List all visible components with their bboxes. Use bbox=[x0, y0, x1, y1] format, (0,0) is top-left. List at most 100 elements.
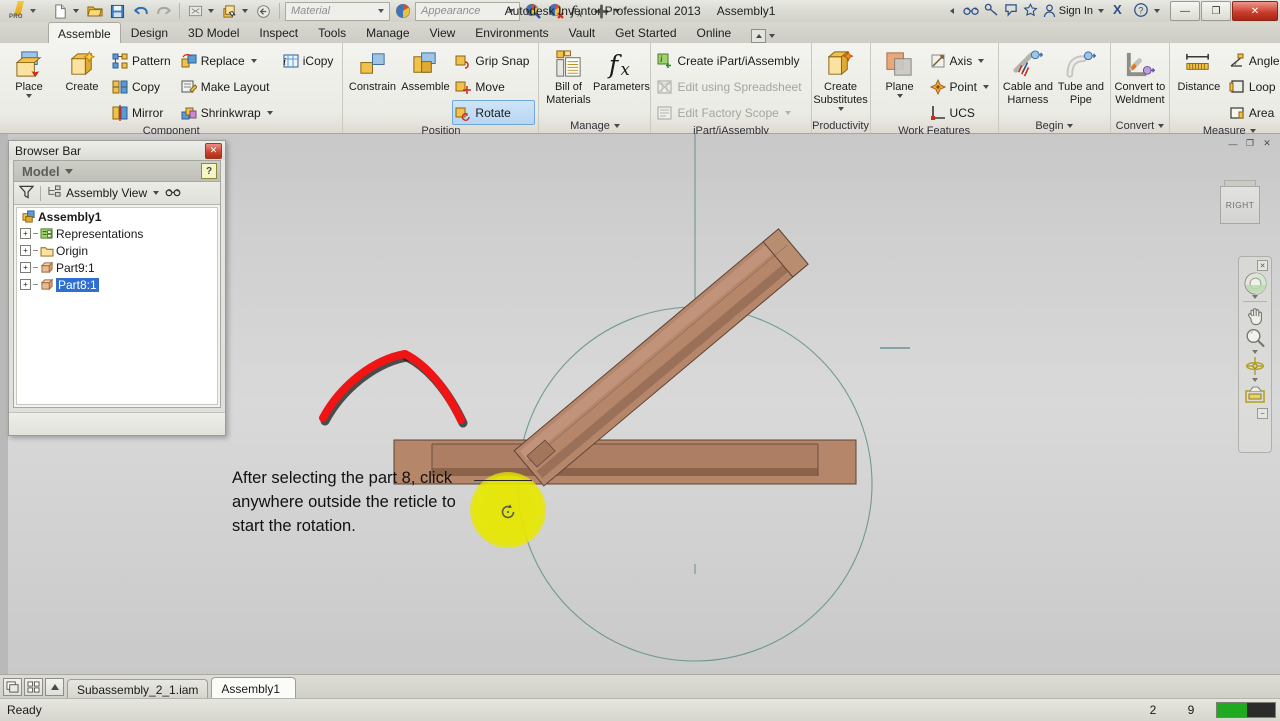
infocenter-chevron-icon[interactable] bbox=[950, 8, 954, 14]
navbar-collapse-button[interactable]: − bbox=[1257, 408, 1268, 419]
ribbon-button-create[interactable]: CreateSubstitutes bbox=[815, 46, 867, 111]
ribbon-tab-view[interactable]: View bbox=[420, 22, 466, 43]
help-icon[interactable]: ? bbox=[201, 163, 217, 179]
select-filter-button[interactable] bbox=[219, 1, 240, 22]
chevron-down-icon[interactable] bbox=[378, 9, 384, 13]
chevron-down-icon[interactable] bbox=[978, 59, 984, 63]
tile-windows-icon[interactable] bbox=[24, 678, 43, 696]
expand-icon[interactable]: + bbox=[20, 228, 31, 239]
expand-icon[interactable]: + bbox=[20, 245, 31, 256]
close-button[interactable]: ✕ bbox=[1232, 1, 1278, 21]
ribbon-button-create-ipart-iassembly[interactable]: iCreate iPart/iAssembly bbox=[654, 48, 807, 73]
ribbon-tab-assemble[interactable]: Assemble bbox=[48, 22, 121, 44]
orbit-icon[interactable] bbox=[1242, 355, 1268, 377]
tree-item-part8-1[interactable]: +Part8:1 bbox=[17, 276, 217, 293]
ribbon-panel-title[interactable]: Begin bbox=[999, 118, 1110, 133]
assembly-view-dropdown[interactable]: Assembly View bbox=[47, 185, 159, 201]
ribbon-button-distance[interactable]: Distance bbox=[1173, 46, 1225, 93]
ribbon-button-cable-and[interactable]: Cable andHarness bbox=[1002, 46, 1054, 106]
steering-wheel-chevron-icon[interactable] bbox=[1252, 295, 1258, 299]
model-tree[interactable]: Assembly1+Representations+Origin+Part9:1… bbox=[16, 207, 218, 405]
new-file-button[interactable] bbox=[50, 1, 71, 22]
pan-hand-icon[interactable] bbox=[1242, 304, 1268, 326]
filter-icon[interactable] bbox=[19, 185, 34, 202]
ribbon-button-parameters[interactable]: fxParameters bbox=[595, 46, 647, 93]
subscription-key-icon[interactable] bbox=[984, 3, 999, 20]
sign-in-chevron-icon[interactable] bbox=[1098, 9, 1104, 13]
ribbon-button-bill-of[interactable]: Bill ofMaterials bbox=[542, 46, 594, 106]
browser-bar-panel[interactable]: Browser Bar ✕ Model ? bbox=[8, 140, 226, 436]
ribbon-button-icopy[interactable]: iiCopy bbox=[280, 48, 340, 73]
ribbon-button-mirror[interactable]: Mirror bbox=[109, 100, 177, 125]
tab-scroll-up-icon[interactable] bbox=[45, 678, 64, 696]
ribbon-minimize-control[interactable] bbox=[751, 29, 778, 43]
tree-item-assembly1[interactable]: Assembly1 bbox=[17, 208, 217, 225]
chevron-down-icon[interactable] bbox=[1067, 124, 1073, 128]
new-file-chevron-icon[interactable] bbox=[73, 9, 79, 13]
ribbon-tab-environments[interactable]: Environments bbox=[465, 22, 558, 43]
restore-button[interactable]: ❐ bbox=[1201, 1, 1231, 21]
chevron-down-icon[interactable] bbox=[26, 94, 32, 98]
ribbon-button-copy[interactable]: Copy bbox=[109, 74, 177, 99]
help-icon[interactable]: ? bbox=[1133, 2, 1149, 21]
communication-center-icon[interactable] bbox=[1004, 3, 1018, 20]
ribbon-panel-title[interactable]: Convert bbox=[1111, 118, 1169, 133]
ribbon-tab-vault[interactable]: Vault bbox=[559, 22, 605, 43]
ribbon-button-plane[interactable]: Plane bbox=[874, 46, 926, 98]
model-dropdown[interactable]: Model ? bbox=[14, 161, 220, 182]
zoom-magnifier-icon[interactable] bbox=[1242, 327, 1268, 349]
ribbon-button-angle[interactable]: Angle bbox=[1226, 48, 1280, 73]
ribbon-tab-manage[interactable]: Manage bbox=[356, 22, 419, 43]
ribbon-button-grip-snap[interactable]: Grip Snap bbox=[452, 48, 535, 73]
ribbon-tab-online[interactable]: Online bbox=[687, 22, 742, 43]
ribbon-tab-design[interactable]: Design bbox=[121, 22, 178, 43]
ribbon-button-replace[interactable]: Replace bbox=[178, 48, 279, 73]
chevron-down-icon[interactable] bbox=[1158, 124, 1164, 128]
autodesk-exchange-icon[interactable]: X bbox=[1112, 2, 1128, 20]
viewcube[interactable]: RIGHT bbox=[1214, 176, 1260, 230]
zoom-chevron-icon[interactable] bbox=[1252, 350, 1258, 354]
chevron-down-icon[interactable] bbox=[267, 111, 273, 115]
ribbon-button-axis[interactable]: Axis bbox=[927, 48, 995, 73]
redo-button[interactable] bbox=[153, 1, 174, 22]
sign-in-button[interactable]: Sign In bbox=[1043, 4, 1093, 18]
chevron-down-icon[interactable] bbox=[614, 124, 620, 128]
chevron-down-icon[interactable] bbox=[897, 94, 903, 98]
save-file-button[interactable] bbox=[107, 1, 128, 22]
chevron-down-icon[interactable] bbox=[769, 34, 775, 38]
ribbon-button-place[interactable]: Place bbox=[3, 46, 55, 98]
ribbon-button-constrain[interactable]: Constrain bbox=[346, 46, 398, 93]
document-tab-assembly1[interactable]: Assembly1 bbox=[211, 677, 296, 699]
navbar-close-button[interactable]: ✕ bbox=[1257, 260, 1268, 271]
steering-wheel-icon[interactable] bbox=[1242, 272, 1268, 294]
tree-item-origin[interactable]: +Origin bbox=[17, 242, 217, 259]
ribbon-button-loop[interactable]: Loop bbox=[1226, 74, 1280, 99]
open-file-button[interactable] bbox=[84, 1, 105, 22]
ribbon-tab-inspect[interactable]: Inspect bbox=[249, 22, 308, 43]
chevron-down-icon[interactable] bbox=[1250, 129, 1256, 133]
document-tab-subassembly-2-1-iam[interactable]: Subassembly_2_1.iam bbox=[67, 679, 208, 699]
orbit-chevron-icon[interactable] bbox=[1252, 378, 1258, 382]
expand-icon[interactable]: + bbox=[20, 262, 31, 273]
return-button[interactable] bbox=[253, 1, 274, 22]
update-button[interactable] bbox=[185, 1, 206, 22]
ribbon-button-make-layout[interactable]: Make Layout bbox=[178, 74, 279, 99]
undo-button[interactable] bbox=[130, 1, 151, 22]
search-binoculars-icon[interactable] bbox=[963, 3, 979, 20]
ribbon-tab-tools[interactable]: Tools bbox=[308, 22, 356, 43]
browser-close-button[interactable]: ✕ bbox=[205, 143, 222, 159]
material-sphere-icon[interactable] bbox=[392, 1, 413, 22]
navigation-bar[interactable]: ✕ − bbox=[1238, 256, 1272, 453]
tree-item-part9-1[interactable]: +Part9:1 bbox=[17, 259, 217, 276]
select-chevron-icon[interactable] bbox=[242, 9, 248, 13]
viewcube-front-face[interactable]: RIGHT bbox=[1220, 186, 1260, 224]
chevron-down-icon[interactable] bbox=[785, 111, 791, 115]
favorites-star-icon[interactable] bbox=[1023, 3, 1038, 20]
chevron-down-icon[interactable] bbox=[251, 59, 257, 63]
ribbon-button-rotate[interactable]: Rotate bbox=[452, 100, 535, 125]
update-chevron-icon[interactable] bbox=[208, 9, 214, 13]
help-chevron-icon[interactable] bbox=[1154, 9, 1160, 13]
ribbon-button-tube-and[interactable]: Tube andPipe bbox=[1055, 46, 1107, 106]
graphics-viewport[interactable]: — ❐ ✕ bbox=[0, 134, 1280, 674]
cascade-windows-icon[interactable] bbox=[3, 678, 22, 696]
